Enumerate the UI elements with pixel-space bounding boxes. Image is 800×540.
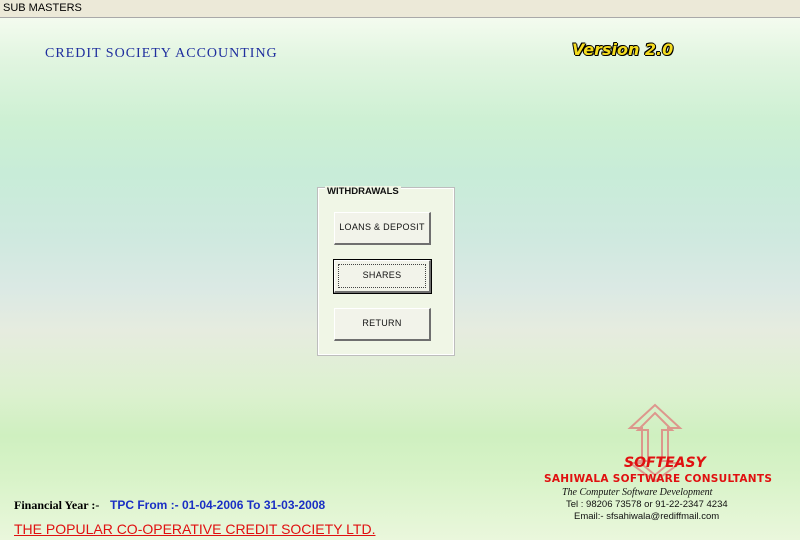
main-form: CREDIT SOCIETY ACCOUNTING Version 2.0 WI… [0, 18, 800, 540]
return-button-label: RETURN [362, 318, 402, 328]
society-name: THE POPULAR CO-OPERATIVE CREDIT SOCIETY … [14, 521, 376, 537]
vendor-company: SAHIWALA SOFTWARE CONSULTANTS [544, 473, 773, 485]
version-label: Version 2.0 [572, 40, 674, 59]
vendor-tel: Tel : 98206 73578 or 91-22-2347 4234 [566, 499, 728, 510]
vendor-tagline: The Computer Software Development [562, 487, 713, 498]
shares-button[interactable]: SHARES [333, 259, 432, 294]
vendor-logo-name: SOFTEASY [624, 455, 706, 471]
app-title: CREDIT SOCIETY ACCOUNTING [45, 46, 278, 61]
window-title: SUB MASTERS [3, 2, 82, 14]
window-title-bar: SUB MASTERS [0, 0, 800, 18]
shares-button-label: SHARES [362, 270, 402, 280]
loans-deposit-button[interactable]: LOANS & DEPOSIT [334, 212, 431, 245]
financial-year-label: Financial Year :- [14, 498, 100, 512]
financial-year-value: TPC From :- 01-04-2006 To 31-03-2008 [110, 498, 326, 512]
return-button[interactable]: RETURN [334, 308, 431, 341]
vendor-email: Email:- sfsahiwala@rediffmail.com [574, 511, 720, 522]
softeasy-arrows-logo-icon [626, 403, 684, 483]
vendor-logo-block: SOFTEASY SAHIWALA SOFTWARE CONSULTANTS T… [530, 403, 790, 523]
withdrawals-groupbox: WITHDRAWALS LOANS & DEPOSIT SHARES RETUR… [317, 186, 455, 356]
loans-deposit-button-label: LOANS & DEPOSIT [339, 222, 425, 232]
withdrawals-group-label: WITHDRAWALS [325, 186, 401, 197]
